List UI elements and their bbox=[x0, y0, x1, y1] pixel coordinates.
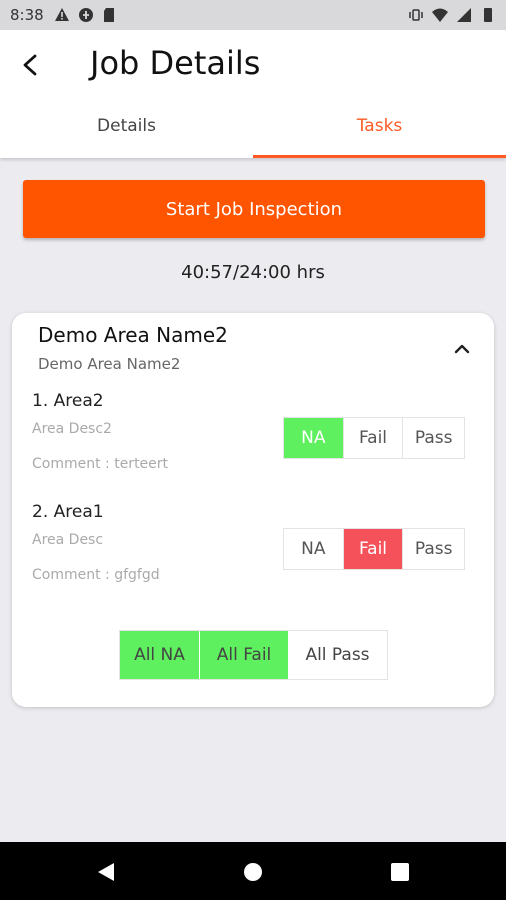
task-1-na-option[interactable]: NA bbox=[284, 418, 344, 458]
timer-text: 40:57/24:00 hrs bbox=[181, 262, 325, 283]
area-name: Demo Area Name2 bbox=[38, 323, 228, 347]
all-fail-button[interactable]: All Fail bbox=[200, 631, 288, 679]
task-description: Area Desc bbox=[32, 532, 104, 548]
task-2-na-option[interactable]: NA bbox=[284, 529, 344, 569]
app-bar: Job Details bbox=[0, 30, 506, 100]
wifi-icon bbox=[432, 8, 448, 22]
task-2-pass-option[interactable]: Pass bbox=[403, 529, 464, 569]
alert-icon bbox=[54, 8, 69, 21]
sd-card-icon bbox=[103, 8, 114, 22]
task-comment: Comment : terteert bbox=[32, 456, 169, 472]
start-job-inspection-button[interactable]: Start Job Inspection bbox=[23, 180, 485, 238]
data-saver-icon bbox=[78, 8, 93, 22]
battery-icon bbox=[484, 8, 492, 22]
tab-bar: Details Tasks bbox=[0, 100, 506, 158]
task-1-pass-option[interactable]: Pass bbox=[403, 418, 464, 458]
task-comment: Comment : gfgfgd bbox=[32, 567, 160, 583]
tab-tasks[interactable]: Tasks bbox=[253, 100, 506, 158]
signal-icon bbox=[457, 8, 471, 22]
bulk-action-selector: All NA All Fail All Pass bbox=[119, 630, 388, 680]
task-title: 1. Area2 bbox=[32, 391, 104, 411]
back-arrow-icon bbox=[23, 54, 37, 76]
all-na-button[interactable]: All NA bbox=[120, 631, 200, 679]
back-button[interactable] bbox=[16, 50, 46, 80]
nav-recents-icon[interactable] bbox=[388, 860, 412, 884]
nav-back-icon[interactable] bbox=[94, 860, 118, 884]
vibrate-icon bbox=[409, 9, 423, 21]
tab-details[interactable]: Details bbox=[0, 100, 253, 158]
status-bar: 8:38 bbox=[0, 0, 506, 30]
status-time: 8:38 bbox=[10, 6, 44, 24]
system-nav-bar bbox=[0, 842, 506, 900]
area-description: Demo Area Name2 bbox=[38, 355, 181, 373]
task-title: 2. Area1 bbox=[32, 502, 104, 522]
page-title: Job Details bbox=[90, 44, 261, 82]
all-pass-button[interactable]: All Pass bbox=[288, 631, 387, 679]
task-2-fail-option[interactable]: Fail bbox=[343, 529, 404, 569]
task-2-status-selector: NA Fail Pass bbox=[283, 528, 465, 570]
area-card: Demo Area Name2 Demo Area Name2 1. Area2… bbox=[12, 313, 494, 707]
task-description: Area Desc2 bbox=[32, 421, 112, 437]
chevron-up-icon[interactable] bbox=[452, 339, 472, 359]
task-1-status-selector: NA Fail Pass bbox=[283, 417, 465, 459]
task-1-fail-option[interactable]: Fail bbox=[344, 418, 404, 458]
nav-home-icon[interactable] bbox=[241, 860, 265, 884]
